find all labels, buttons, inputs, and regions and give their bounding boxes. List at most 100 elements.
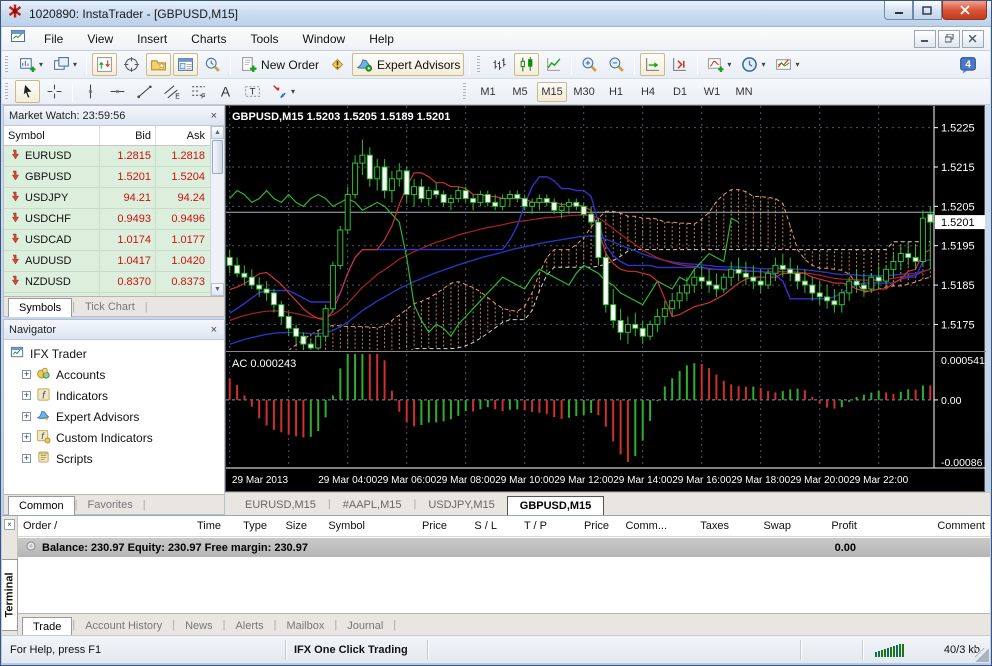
chart-restore-button[interactable] <box>938 30 960 48</box>
tree-expand-icon[interactable]: + <box>22 433 31 442</box>
window-minimize-button[interactable] <box>884 1 913 20</box>
toolbar-drag-handle[interactable] <box>5 56 11 74</box>
arrows-tool-button[interactable]: ▾ <box>267 80 299 103</box>
terminal-vertical-tab[interactable]: Terminal <box>2 559 18 631</box>
menu-item-charts[interactable]: Charts <box>179 29 238 49</box>
fibonacci-button[interactable]: F <box>186 80 211 103</box>
timeframe-button-w1[interactable]: W1 <box>697 82 727 102</box>
menu-item-help[interactable]: Help <box>357 29 406 49</box>
nav-item-scripts[interactable]: +Scripts <box>8 448 224 469</box>
timeframe-button-m30[interactable]: M30 <box>569 82 599 102</box>
toolbar-drag-handle[interactable] <box>463 83 469 101</box>
nav-item-accounts[interactable]: +Accounts <box>8 364 224 385</box>
tree-expand-icon[interactable]: + <box>22 391 31 400</box>
auto-scroll-button[interactable] <box>640 53 665 76</box>
timeframe-button-m1[interactable]: M1 <box>473 82 503 102</box>
horizontal-line-button[interactable] <box>105 80 130 103</box>
window-close-button[interactable] <box>942 1 987 20</box>
menu-item-insert[interactable]: Insert <box>125 29 179 49</box>
terminal-column-profit[interactable]: Profit <box>796 520 862 532</box>
terminal-column-comm[interactable]: Comm... <box>614 520 672 532</box>
chart-minimize-button[interactable] <box>914 30 936 48</box>
timeframe-button-h4[interactable]: H4 <box>633 82 663 102</box>
chart-close-button[interactable] <box>962 30 984 48</box>
menu-item-tools[interactable]: Tools <box>239 29 291 49</box>
dropdown-arrow-icon[interactable]: ▾ <box>39 60 43 69</box>
timeframe-button-h1[interactable]: H1 <box>601 82 631 102</box>
timeframe-button-mn[interactable]: MN <box>729 82 759 102</box>
scrollbar-thumb[interactable] <box>212 140 223 174</box>
resize-grip[interactable] <box>975 648 989 662</box>
timeframe-button-m5[interactable]: M5 <box>505 82 535 102</box>
market-watch-tab-tick-chart[interactable]: Tick Chart <box>75 299 145 316</box>
trendline-button[interactable] <box>132 80 157 103</box>
chart-candles-button[interactable] <box>514 53 539 76</box>
terminal-column-price[interactable]: Price <box>370 520 452 532</box>
dropdown-arrow-icon[interactable]: ▾ <box>727 60 731 69</box>
tree-expand-icon[interactable]: + <box>22 370 31 379</box>
menu-item-view[interactable]: View <box>75 29 125 49</box>
market-watch-row-gbpusd[interactable]: GBPUSD1.52011.5204 <box>4 167 210 188</box>
terminal-column-symbol[interactable]: Symbol <box>312 520 370 532</box>
nav-item-expert-advisors[interactable]: +Expert Advisors <box>8 406 224 427</box>
market-watch-row-usdcad[interactable]: USDCAD1.01741.0177 <box>4 230 210 251</box>
terminal-column-price[interactable]: Price <box>552 520 614 532</box>
templates-button[interactable]: ▾ <box>771 53 803 76</box>
chart-tab-aaplm15[interactable]: #AAPL,M15 <box>331 496 414 515</box>
tree-expand-icon[interactable]: + <box>22 412 31 421</box>
market-watch-row-usdjpy[interactable]: USDJPY94.2194.24 <box>4 188 210 209</box>
warning-diamond-button[interactable] <box>325 53 350 76</box>
navigator-close-icon[interactable]: × <box>209 325 219 335</box>
mdi-document-icon[interactable] <box>10 28 26 49</box>
indicators-add-button[interactable]: ▾ <box>703 53 735 76</box>
market-watch-row-audusd[interactable]: AUDUSD1.04171.0420 <box>4 251 210 272</box>
menu-item-window[interactable]: Window <box>291 29 358 49</box>
terminal-column-comment[interactable]: Comment <box>862 520 990 532</box>
toolbar-drag-handle[interactable] <box>5 83 11 101</box>
terminal-column-order[interactable]: Order / <box>18 520 106 532</box>
cursor-button[interactable] <box>15 80 40 103</box>
terminal-column-swap[interactable]: Swap <box>734 520 796 532</box>
chart-bars-button[interactable] <box>487 53 512 76</box>
terminal-tab-trade[interactable]: Trade <box>22 617 72 636</box>
profiles-button[interactable]: ▾ <box>49 53 81 76</box>
toolbar-drag-handle[interactable] <box>477 56 483 74</box>
terminal-column-time[interactable]: Time <box>106 520 226 532</box>
comments-notification-button[interactable]: 4 <box>955 53 981 76</box>
equidistant-channel-button[interactable]: E <box>159 80 184 103</box>
text-tool-button[interactable]: A <box>213 80 238 103</box>
scroll-up-icon[interactable]: ▲ <box>211 126 224 139</box>
market-watch-row-eurusd[interactable]: EURUSD1.28151.2818 <box>4 146 210 167</box>
zoom-out-button[interactable] <box>604 53 629 76</box>
terminal-tab-alerts[interactable]: Alerts <box>225 618 273 635</box>
terminal-column-type[interactable]: Type <box>226 520 272 532</box>
new-order-button[interactable]: New Order <box>236 53 323 76</box>
terminal-column-sl[interactable]: S / L <box>452 520 502 532</box>
navigator-button[interactable] <box>146 53 171 76</box>
terminal-tab-mailbox[interactable]: Mailbox <box>276 618 334 635</box>
window-restore-button[interactable] <box>913 1 942 20</box>
dropdown-arrow-icon[interactable]: ▾ <box>761 60 765 69</box>
chart-line-button[interactable] <box>541 53 566 76</box>
column-ask[interactable]: Ask <box>155 126 210 145</box>
navigator-tab-favorites[interactable]: Favorites <box>77 497 142 514</box>
vertical-line-button[interactable] <box>78 80 103 103</box>
status-one-click-trading[interactable]: IFX One Click Trading <box>286 640 428 660</box>
scroll-down-icon[interactable]: ▼ <box>211 283 224 296</box>
terminal-column-size[interactable]: Size <box>272 520 312 532</box>
terminal-list-button[interactable] <box>173 53 198 76</box>
nav-item-indicators[interactable]: +fIndicators <box>8 385 224 406</box>
new-chart-button[interactable]: ▾ <box>15 53 47 76</box>
market-watch-close-icon[interactable]: × <box>209 111 219 121</box>
nav-item-custom-indicators[interactable]: +fCustom Indicators <box>8 427 224 448</box>
market-watch-row-nzdusd[interactable]: NZDUSD0.83700.8373 <box>4 272 210 293</box>
data-window-button[interactable] <box>119 53 144 76</box>
market-watch-row-usdchf[interactable]: USDCHF0.94930.9496 <box>4 209 210 230</box>
chart-shift-button[interactable] <box>667 53 692 76</box>
terminal-tab-journal[interactable]: Journal <box>337 618 393 635</box>
market-watch-button[interactable] <box>92 53 117 76</box>
dropdown-arrow-icon[interactable]: ▾ <box>73 60 77 69</box>
market-watch-tab-symbols[interactable]: Symbols <box>8 298 72 317</box>
column-symbol[interactable]: Symbol <box>4 130 99 142</box>
strategy-tester-button[interactable] <box>200 53 225 76</box>
